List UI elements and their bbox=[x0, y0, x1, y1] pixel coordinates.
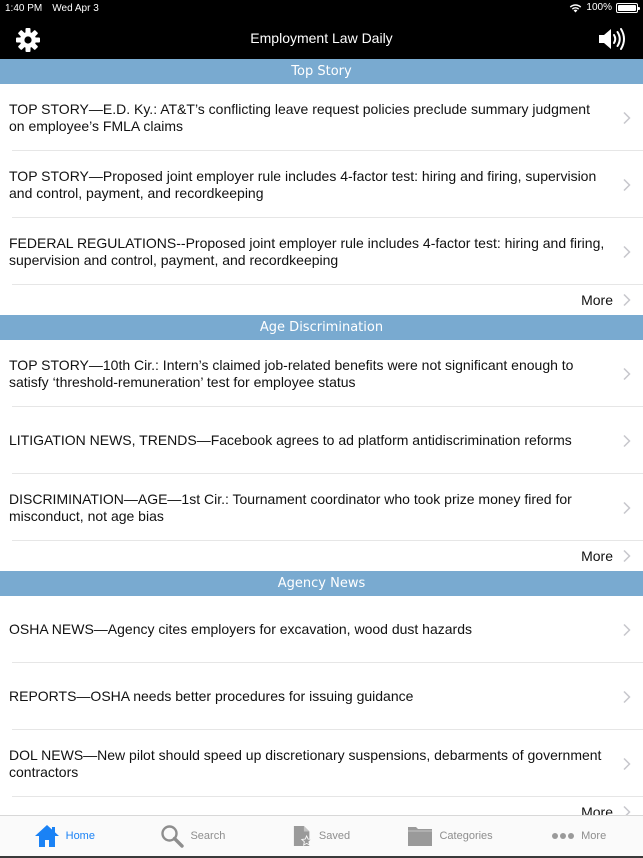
chevron-right-icon bbox=[623, 501, 631, 514]
ellipsis-icon bbox=[552, 833, 575, 839]
more-label: More bbox=[581, 292, 613, 308]
status-right: 100% bbox=[569, 2, 640, 13]
chevron-right-icon bbox=[623, 690, 631, 703]
chevron-right-icon bbox=[623, 245, 631, 258]
chevron-right-icon bbox=[623, 434, 631, 447]
status-time: 1:40 PM bbox=[5, 3, 43, 14]
tab-label: Saved bbox=[318, 830, 351, 842]
article-title: DOL NEWS—New pilot should speed up discr… bbox=[9, 746, 602, 780]
tab-label: More bbox=[581, 830, 607, 842]
article-row[interactable]: REPORTS—OSHA needs better procedures for… bbox=[0, 663, 643, 730]
status-left: 1:40 PM Wed Apr 3 bbox=[5, 3, 99, 14]
status-date: Wed Apr 3 bbox=[52, 3, 99, 14]
article-title: OSHA NEWS—Agency cites employers for exc… bbox=[9, 621, 472, 637]
more-agency-news-button[interactable]: More bbox=[0, 797, 643, 815]
article-row[interactable]: FEDERAL REGULATIONS--Proposed joint empl… bbox=[0, 218, 643, 285]
battery-percent: 100% bbox=[586, 2, 612, 13]
tab-home[interactable]: Home bbox=[0, 816, 129, 856]
tab-categories[interactable]: Categories bbox=[386, 816, 515, 856]
chevron-right-icon bbox=[623, 178, 631, 191]
tab-bar: Home Search Saved Categories More bbox=[0, 815, 643, 858]
more-label: More bbox=[581, 804, 613, 815]
more-top-story-button[interactable]: More bbox=[0, 285, 643, 315]
chevron-right-icon bbox=[623, 111, 631, 124]
folder-icon bbox=[408, 827, 433, 846]
article-row[interactable]: TOP STORY—10th Cir.: Intern’s claimed jo… bbox=[0, 340, 643, 407]
article-title: TOP STORY—E.D. Ky.: AT&T’s conflicting l… bbox=[9, 100, 590, 134]
chevron-right-icon bbox=[623, 367, 631, 380]
search-icon bbox=[161, 825, 185, 848]
tab-label: Home bbox=[65, 830, 95, 842]
article-row[interactable]: OSHA NEWS—Agency cites employers for exc… bbox=[0, 596, 643, 663]
home-icon bbox=[34, 825, 59, 847]
battery-icon bbox=[616, 2, 640, 13]
article-row[interactable]: LITIGATION NEWS, TRENDS—Facebook agrees … bbox=[0, 407, 643, 474]
article-title: LITIGATION NEWS, TRENDS—Facebook agrees … bbox=[9, 432, 572, 448]
chevron-right-icon bbox=[623, 549, 631, 563]
chevron-right-icon bbox=[623, 757, 631, 770]
section-header-agency-news: Agency News bbox=[0, 571, 643, 596]
article-row[interactable]: DISCRIMINATION—AGE—1st Cir.: Tournament … bbox=[0, 474, 643, 541]
tab-saved[interactable]: Saved bbox=[257, 816, 386, 856]
article-title: FEDERAL REGULATIONS--Proposed joint empl… bbox=[9, 234, 605, 268]
tab-label: Categories bbox=[439, 830, 493, 842]
article-row[interactable]: DOL NEWS—New pilot should speed up discr… bbox=[0, 730, 643, 797]
article-row[interactable]: TOP STORY—E.D. Ky.: AT&T’s conflicting l… bbox=[0, 84, 643, 151]
more-label: More bbox=[581, 548, 613, 564]
article-row[interactable]: TOP STORY—Proposed joint employer rule i… bbox=[0, 151, 643, 218]
more-age-discrimination-button[interactable]: More bbox=[0, 541, 643, 571]
tab-label: Search bbox=[190, 830, 226, 842]
article-title: TOP STORY—Proposed joint employer rule i… bbox=[9, 167, 597, 201]
speaker-icon bbox=[599, 28, 625, 50]
section-header-top-story: Top Story bbox=[0, 59, 643, 84]
saved-document-icon bbox=[293, 826, 313, 846]
status-bar: 1:40 PM Wed Apr 3 100% bbox=[0, 0, 643, 18]
chevron-right-icon bbox=[623, 293, 631, 307]
article-list[interactable]: Top Story TOP STORY—E.D. Ky.: AT&T’s con… bbox=[0, 59, 643, 815]
page-title: Employment Law Daily bbox=[250, 30, 393, 46]
article-title: DISCRIMINATION—AGE—1st Cir.: Tournament … bbox=[9, 490, 572, 524]
audio-button[interactable] bbox=[597, 27, 627, 51]
nav-bar: Employment Law Daily bbox=[0, 18, 643, 59]
chevron-right-icon bbox=[623, 623, 631, 636]
article-title: TOP STORY—10th Cir.: Intern’s claimed jo… bbox=[9, 356, 574, 390]
tab-more[interactable]: More bbox=[514, 816, 643, 856]
wifi-icon bbox=[570, 3, 582, 12]
tab-search[interactable]: Search bbox=[129, 816, 258, 856]
chevron-right-icon bbox=[623, 805, 631, 815]
section-header-age-discrimination: Age Discrimination bbox=[0, 315, 643, 340]
article-title: REPORTS—OSHA needs better procedures for… bbox=[9, 688, 414, 704]
